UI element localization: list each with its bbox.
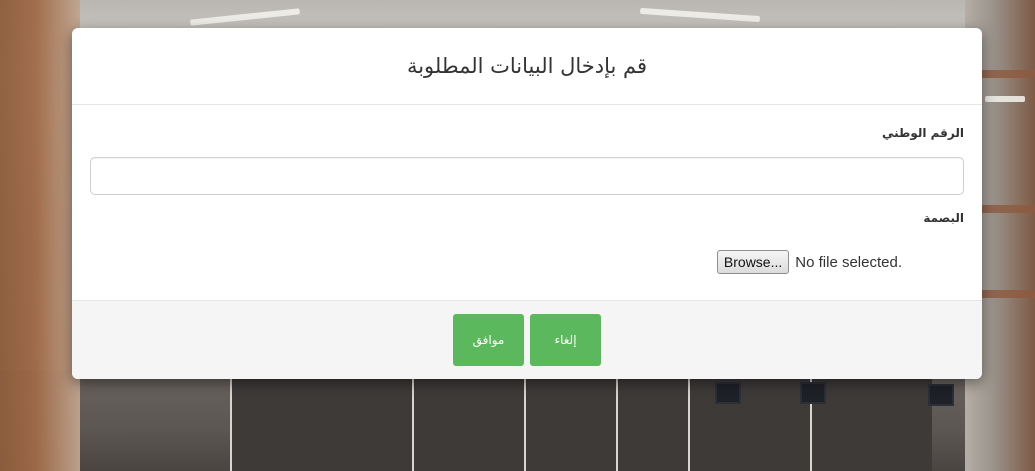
national-id-label: الرقم الوطني (881, 126, 964, 140)
modal-footer: موافق إلغاء (72, 300, 982, 379)
cancel-button[interactable]: إلغاء (530, 314, 601, 366)
fingerprint-file-input[interactable]: Browse... No file selected. (716, 250, 902, 274)
modal-header: قم بإدخال البيانات المطلوبة (72, 28, 982, 105)
ok-button[interactable]: موافق (453, 314, 524, 366)
background-left-wall (0, 0, 80, 471)
data-entry-modal: قم بإدخال البيانات المطلوبة الرقم الوطني… (72, 28, 982, 379)
browse-button[interactable]: Browse... (716, 250, 790, 274)
fingerprint-label: البصمة (923, 211, 964, 225)
modal-title: قم بإدخال البيانات المطلوبة (406, 54, 648, 78)
modal-body: الرقم الوطني البصمة Browse... No file se… (72, 105, 982, 301)
national-id-input[interactable] (90, 157, 964, 195)
file-status-text: No file selected. (795, 253, 902, 271)
